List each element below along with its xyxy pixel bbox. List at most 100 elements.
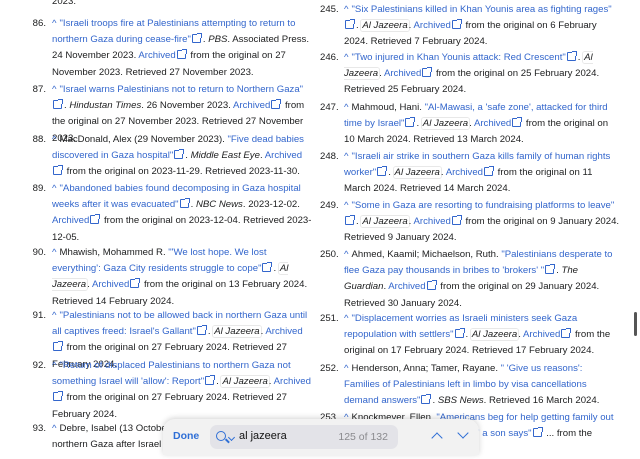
backlink-caret[interactable]: ^ [52, 360, 57, 371]
reference-number: 93. [32, 423, 46, 434]
reference-text-segment: from the original on 2023-11-29. Retriev… [64, 166, 300, 178]
citation-link[interactable]: "Two injured in Khan Younis attack: Red … [352, 52, 566, 63]
publisher-name: PBS [208, 34, 228, 46]
external-link-icon [426, 280, 437, 291]
reference-text-segment: . Retrieved 16 March 2024. [483, 395, 600, 407]
reference-text-segment: from the original on 27 February 2024. R… [52, 392, 287, 420]
reference-number: 88. [32, 134, 46, 145]
next-match-chevron-down-icon[interactable] [456, 429, 470, 443]
reference-number: 250. [320, 249, 339, 260]
archived-link[interactable]: Archived [92, 279, 129, 290]
citation-link[interactable]: "Some in Gaza are resorting to fundraisi… [352, 200, 615, 211]
backlink-caret[interactable]: ^ [52, 84, 57, 95]
reference-text-segment: 2023. [52, 0, 77, 7]
search-match-highlight: Al Jazeera [470, 329, 519, 341]
reference-text-segment: Mhawish, Mohammed R. [59, 247, 169, 258]
reference-number: 86. [32, 18, 46, 29]
external-link-icon [53, 165, 63, 176]
search-match-highlight: Al Jazeera [221, 376, 269, 388]
reference-text: ^ "Abandoned babies found decomposing in … [52, 181, 314, 246]
backlink-caret[interactable]: ^ [52, 18, 57, 29]
reference-text: ^ "Displacement worries as Israeli minist… [344, 311, 620, 360]
citation-link[interactable]: "Israel warns Palestinians not to return… [60, 84, 304, 95]
archived-link[interactable]: Archived [413, 216, 450, 227]
reference-text: ^ "Israeli air strike in southern Gaza ki… [344, 149, 620, 198]
archived-link[interactable]: Archived [274, 376, 311, 387]
backlink-caret[interactable]: ^ [344, 52, 349, 63]
backlink-caret[interactable]: ^ [344, 249, 349, 260]
backlink-caret[interactable]: ^ [52, 247, 57, 258]
archived-link[interactable]: Archived [523, 329, 560, 340]
external-link-icon [422, 67, 433, 78]
search-options-chevron-icon[interactable] [227, 433, 236, 442]
archived-link[interactable]: Archived [52, 215, 89, 226]
backlink-caret[interactable]: ^ [52, 310, 57, 321]
external-link-icon [345, 19, 355, 30]
archived-link[interactable]: Archived [446, 167, 483, 178]
external-link-icon [262, 262, 273, 273]
previous-match-chevron-up-icon[interactable] [430, 429, 444, 443]
reference-text: 2023. [52, 0, 314, 10]
reference-text-segment: . [388, 167, 394, 179]
external-link-icon [454, 328, 465, 339]
reference-text-segment: . [416, 118, 422, 130]
reference-number: 248. [320, 151, 339, 162]
archived-link[interactable]: Archived [384, 68, 421, 79]
reference-text: ^ Mhawish, Mohammed R. "'We lost hope. We… [52, 245, 314, 310]
backlink-caret[interactable]: ^ [52, 183, 57, 194]
scrollbar-thumb[interactable] [634, 312, 637, 336]
reference-number: 92. [32, 360, 46, 371]
backlink-caret[interactable]: ^ [344, 102, 349, 113]
backlink-caret[interactable]: ^ [344, 4, 349, 15]
archived-link[interactable]: Archived [265, 326, 302, 337]
external-link-icon [421, 394, 432, 405]
archived-link[interactable]: Archived [413, 20, 450, 31]
external-link-icon [53, 341, 63, 352]
reference-text: ^ "Israeli troops fire at Palestinians at… [52, 16, 314, 81]
archived-link[interactable]: Archived [138, 50, 175, 61]
backlink-caret[interactable]: ^ [52, 134, 57, 145]
find-input[interactable]: al jazeera 125 of 132 [210, 425, 398, 449]
reference-number: 252. [320, 363, 339, 374]
reference-number: 89. [32, 183, 46, 194]
archived-link[interactable]: Archived [474, 118, 511, 129]
external-link-icon [179, 198, 190, 209]
find-in-page-bar: Done al jazeera 125 of 132 [163, 419, 479, 455]
backlink-caret[interactable]: ^ [344, 313, 349, 324]
external-link-icon [176, 49, 187, 60]
find-query[interactable]: al jazeera [239, 430, 287, 442]
external-link-icon [90, 214, 101, 225]
archived-link[interactable]: Archived [233, 100, 270, 111]
external-link-icon [130, 278, 141, 289]
done-button[interactable]: Done [173, 430, 199, 442]
external-link-icon [191, 33, 202, 44]
external-link-icon [174, 149, 185, 160]
archived-link[interactable]: Archived [265, 150, 302, 161]
reference-text: ^ "Return of displaced Palestinians to no… [52, 358, 314, 423]
reference-text-segment: . 2023-12-02. [242, 199, 300, 211]
external-link-icon [405, 117, 416, 128]
reference-text: ^ "Two injured in Khan Younis attack: Red… [344, 50, 620, 99]
reference-text-segment: . 26 November 2023. [141, 100, 233, 112]
reference-text: ^ Mahmoud, Hani. "Al-Mawasi, a 'safe zone… [344, 100, 620, 149]
reference-text-segment: MacDonald, Alex (29 November 2023). [59, 134, 228, 145]
external-link-icon [271, 99, 282, 110]
archived-link[interactable]: Archived [388, 281, 425, 292]
backlink-caret[interactable]: ^ [344, 363, 349, 374]
reference-text: ^ "Some in Gaza are resorting to fundrais… [344, 198, 620, 247]
search-icon [216, 431, 226, 441]
publisher-name: NBC News [195, 199, 243, 211]
reference-number: 91. [32, 310, 46, 321]
external-link-icon [451, 215, 462, 226]
external-link-icon [345, 215, 355, 226]
reference-text-segment: Henderson, Anna; Tamer, Rayane. [351, 363, 501, 374]
external-link-icon [377, 166, 388, 177]
backlink-caret[interactable]: ^ [344, 200, 349, 211]
citation-link[interactable]: "Six Palestinians killed in Khan Younis … [352, 4, 612, 15]
backlink-caret[interactable]: ^ [344, 151, 349, 162]
publisher-name: Middle East Eye [190, 150, 260, 162]
external-link-icon [566, 51, 577, 61]
reference-text-segment: Mahmoud, Hani. [351, 102, 425, 113]
backlink-caret[interactable]: ^ [52, 423, 57, 434]
reference-number: 249. [320, 200, 339, 211]
